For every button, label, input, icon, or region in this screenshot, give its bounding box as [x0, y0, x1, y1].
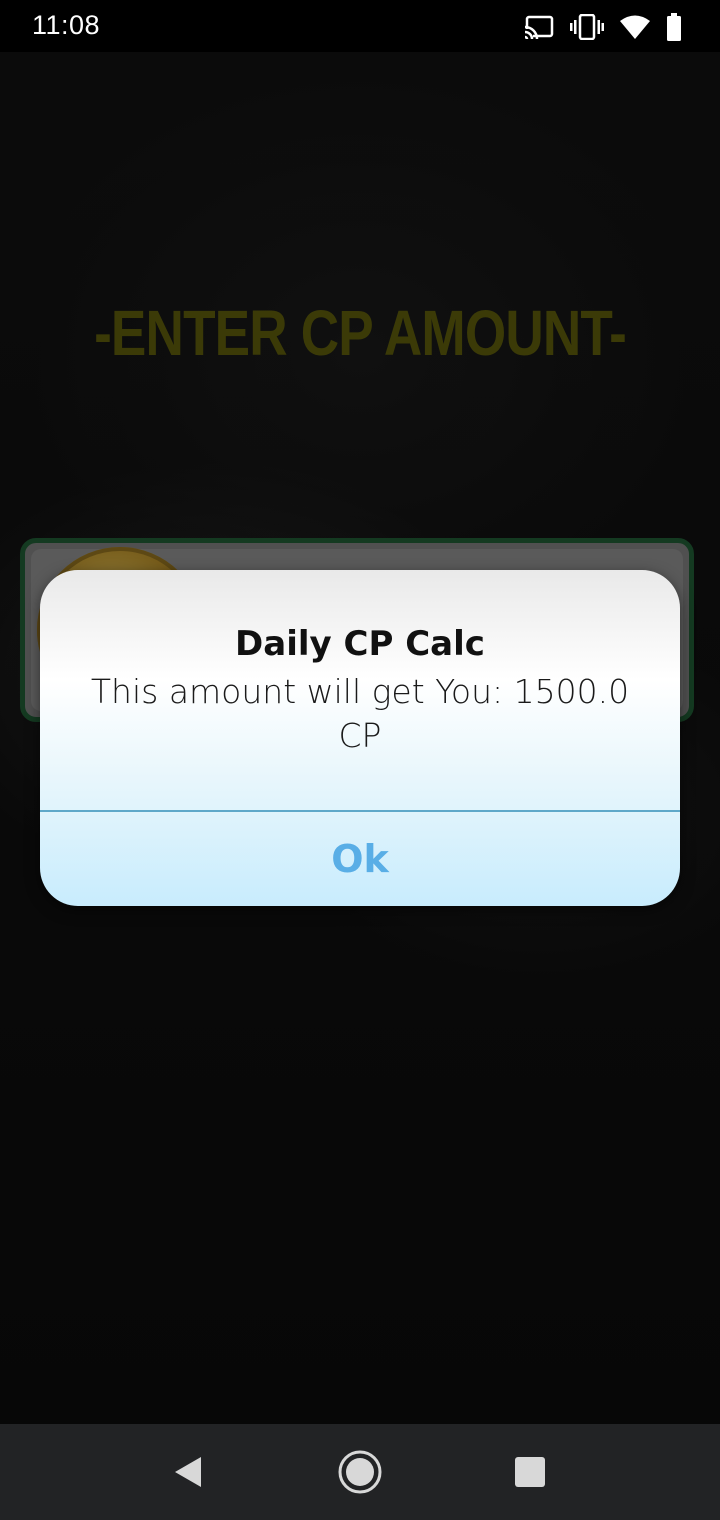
- navigation-bar: [0, 1424, 720, 1520]
- dialog-title: Daily CP Calc: [235, 624, 485, 664]
- battery-icon: [666, 13, 682, 41]
- back-icon[interactable]: [164, 1448, 212, 1496]
- cast-icon: [524, 15, 554, 39]
- dialog-message: This amount will get You: 1500.0 CP: [90, 672, 630, 755]
- status-icons: [524, 12, 682, 42]
- status-bar: 11:08: [0, 0, 720, 52]
- wifi-icon: [620, 15, 650, 39]
- vibrate-icon: [570, 14, 604, 40]
- status-time: 11:08: [32, 10, 101, 40]
- result-dialog: Daily CP Calc This amount will get You: …: [40, 570, 680, 906]
- recents-icon[interactable]: [506, 1448, 554, 1496]
- ok-button[interactable]: Ok: [40, 812, 680, 906]
- home-icon[interactable]: [336, 1448, 384, 1496]
- app-screen: 11:08 -ENTER CP AMOUNT- Daily CP Calc Th…: [0, 0, 720, 1520]
